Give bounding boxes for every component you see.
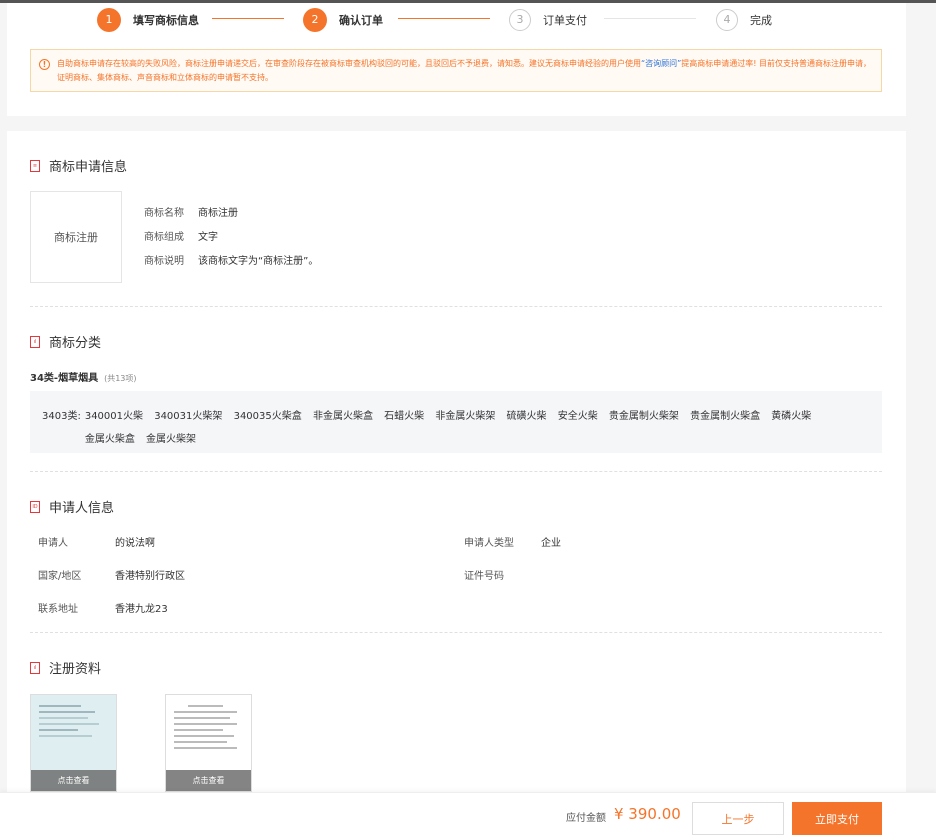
step-connector-3 [604,18,696,19]
region-field: 国家/地区 香港特别行政区 [38,567,185,582]
id-card-icon: ID [30,500,40,513]
risk-notice: ! 自助商标申请存在较高的失败风险，商标注册申请递交后，在审查阶段存在被商标审查… [30,49,882,92]
cert-number-field: 证件号码 [464,567,541,582]
docs-title: ıl 注册资料 [30,658,101,677]
step-1-number: 1 [97,7,121,32]
step-connector-1 [212,18,284,19]
class-item: 340031火柴架 [154,411,223,422]
class-name-text: 34类-烟草烟具 [30,373,99,384]
divider [30,471,882,472]
field-key: 申请人类型 [464,538,514,549]
document-preview [39,705,109,741]
divider [30,632,882,633]
class-title-text: 商标分类 [49,336,102,351]
applicant-type-field: 申请人类型 企业 [464,534,561,549]
applicant-title-text: 申请人信息 [49,501,115,516]
info-key: 商标名称 [144,208,184,219]
field-key: 申请人 [38,538,68,549]
chart-icon: ıl [30,335,40,348]
class-item: 非金属火柴架 [435,411,496,422]
info-row-composition: 商标组成 文字 [144,228,218,243]
class-item: 340001火柴 [84,411,144,422]
class-item: 340035火柴盒 [233,411,302,422]
view-document-caption[interactable]: 点击查看 [166,770,251,791]
step-3: 3 订单支付 [509,7,587,32]
document-thumbnail-2[interactable]: 点击查看 [165,694,252,792]
info-row-name: 商标名称 商标注册 [144,204,238,219]
document-icon: ≡ [30,159,40,172]
field-key: 国家/地区 [38,571,82,582]
step-4-number: 4 [716,8,738,31]
info-row-description: 商标说明 该商标文字为“商标注册”。 [144,252,318,267]
class-item: 硫磺火柴 [506,411,547,422]
notice-text-before: 自助商标申请存在较高的失败风险，商标注册申请递交后，在审查阶段存在被商标审查机构… [57,59,641,68]
trademark-preview: 商标注册 [30,191,122,283]
class-title: ıl 商标分类 [30,332,101,351]
class-item: 非金属火柴盒 [312,411,373,422]
document-preview [174,705,244,753]
step-2-label: 确认订单 [339,13,383,27]
consult-advisor-link[interactable]: “咨询顾问” [641,59,681,68]
document-thumbnail-1[interactable]: 点击查看 [30,694,117,792]
previous-step-button[interactable]: 上一步 [692,802,784,835]
step-4: 4 完成 [716,7,772,32]
warning-icon: ! [39,59,50,70]
field-key: 联系地址 [38,604,78,615]
info-value: 商标注册 [198,208,238,219]
class-items-box: 3403类: 340001火柴 340031火柴架 340035火柴盒 非金属火… [30,391,882,453]
class-group-code: 3403类: [42,411,81,422]
info-value: 该商标文字为“商标注册”。 [198,256,319,267]
amount-label: 应付金额 [566,813,606,824]
step-4-label: 完成 [750,13,772,27]
step-1: 1 填写商标信息 [97,7,199,32]
class-item: 金属火柴盒 [84,434,135,445]
address-field: 联系地址 香港九龙23 [38,600,168,615]
step-3-number: 3 [509,8,531,31]
info-key: 商标说明 [144,256,184,267]
class-item: 金属火柴架 [146,434,197,445]
info-value: 文字 [198,232,218,243]
field-key: 证件号码 [464,571,504,582]
pay-now-button[interactable]: 立即支付 [792,802,882,835]
class-item: 贵金属制火柴盒 [690,411,761,422]
amount-value: ¥ 390.00 [614,805,681,823]
class-items: 340001火柴 340031火柴架 340035火柴盒 非金属火柴盒 石蜡火柴… [85,405,870,453]
class-item: 安全火柴 [557,411,598,422]
field-value: 的说法啊 [115,538,155,549]
field-value: 香港特别行政区 [115,571,185,582]
docs-title-text: 注册资料 [49,662,102,677]
class-item: 贵金属制火柴架 [608,411,679,422]
field-value: 香港九龙23 [115,604,168,615]
class-item: 黄磷火柴 [771,411,812,422]
step-2-number: 2 [303,7,327,32]
trademark-info-title: ≡ 商标申请信息 [30,156,127,175]
checkout-footer: 应付金额 ¥ 390.00 上一步 立即支付 [0,792,936,835]
chart-icon: ıl [30,661,40,674]
info-key: 商标组成 [144,232,184,243]
applicant-name-field: 申请人 的说法啊 [38,534,155,549]
order-details-card [7,131,906,835]
step-2: 2 确认订单 [303,7,383,32]
step-1-label: 填写商标信息 [133,13,199,27]
trademark-info-title-text: 商标申请信息 [49,160,128,175]
view-document-caption[interactable]: 点击查看 [31,770,116,791]
step-connector-2 [398,18,490,19]
class-name: 34类-烟草烟具 (共13项) [30,369,137,384]
divider [30,306,882,307]
class-item: 石蜡火柴 [384,411,425,422]
applicant-title: ID 申请人信息 [30,497,114,516]
class-count: (共13项) [104,374,137,383]
step-3-label: 订单支付 [543,13,587,27]
field-value: 企业 [541,538,561,549]
